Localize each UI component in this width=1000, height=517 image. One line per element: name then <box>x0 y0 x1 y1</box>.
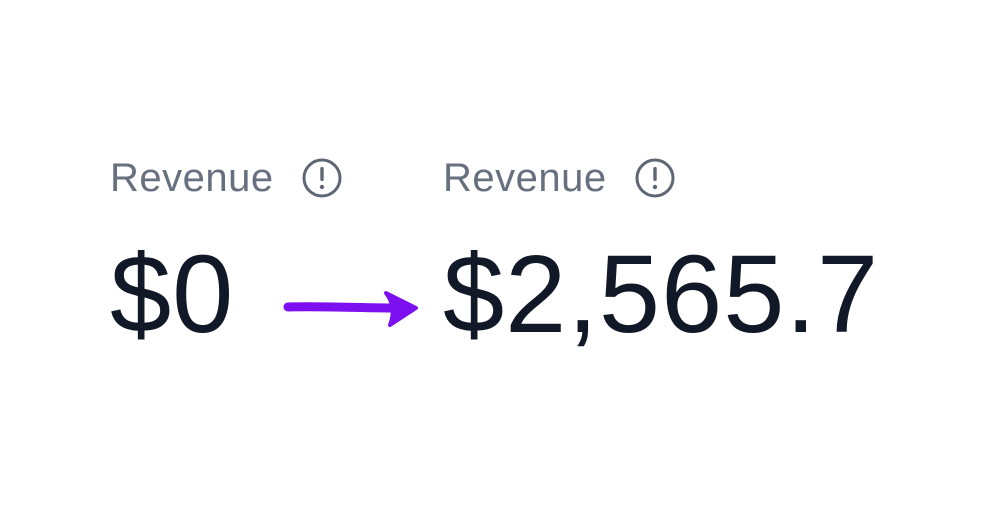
metric-header: Revenue <box>443 150 879 206</box>
metric-label: Revenue <box>110 155 274 200</box>
metric-label: Revenue <box>443 155 607 200</box>
metric-header: Revenue <box>110 150 344 206</box>
metric-value: $2,565.7 <box>443 233 880 356</box>
info-circle-icon[interactable] <box>633 156 677 200</box>
revenue-metric-after: Revenue $2,565.7 <box>443 150 879 350</box>
right-arrow-icon <box>283 291 418 327</box>
info-circle-icon[interactable] <box>300 156 344 200</box>
